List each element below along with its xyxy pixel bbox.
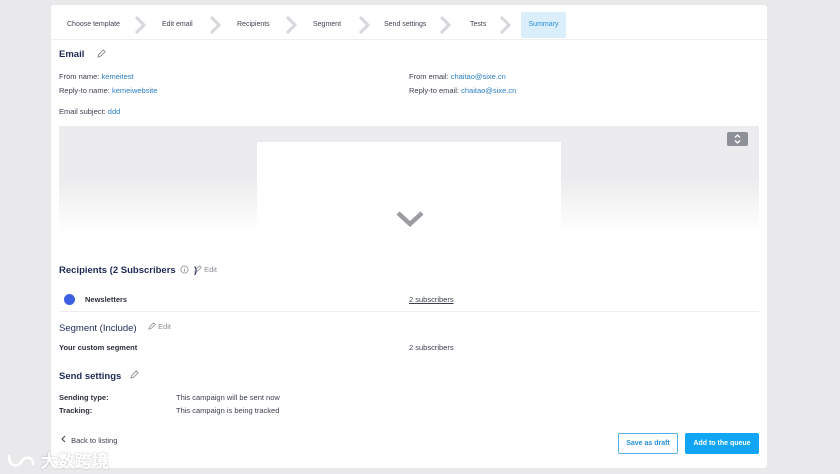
chevron-left-icon [61, 435, 66, 443]
reply-name-value: kemeiwebsite [111, 86, 158, 95]
step-send-settings[interactable]: Send settings [384, 12, 444, 38]
subject-value: ddd [107, 107, 121, 116]
wizard-steps: Choose template Edit email Recipients Se… [51, 12, 767, 40]
tracking-value: This campaign is being tracked [176, 406, 280, 415]
watermark-text: 大数跨境 [40, 452, 109, 471]
list-name: Newsletters [85, 295, 128, 304]
recipients-title-text: Recipients (2 Subscribers [59, 265, 176, 276]
chevron-right-icon [209, 16, 221, 34]
from-email-row: From email: chaitao@sixe.cn [409, 72, 506, 81]
step-summary[interactable]: Summary [521, 12, 566, 38]
save-as-draft-button[interactable]: Save as draft [618, 433, 678, 454]
pencil-icon [148, 322, 156, 330]
from-email-value: chaitao@sixe.cn [450, 72, 506, 81]
segment-name: Your custom segment [59, 343, 138, 352]
sending-type-label: Sending type: [59, 393, 109, 402]
reply-name-row: Reply-to name: kemeiwebsite [59, 86, 157, 95]
logo-icon [7, 454, 35, 467]
list-subscribers-count[interactable]: 2 subscribers [409, 295, 454, 304]
reply-email-value: chaitao@sixe.cn [461, 86, 517, 95]
reply-email-row: Reply-to email: chaitao@sixe.cn [409, 86, 516, 95]
recipients-edit-label: Edit [204, 265, 218, 274]
recipients-edit-link[interactable]: Edit [194, 265, 217, 274]
back-to-listing-label: Back to listing [71, 436, 118, 445]
subject-row: Email subject: ddd [59, 107, 120, 116]
chevron-right-icon [499, 16, 511, 34]
pencil-icon[interactable] [130, 370, 139, 379]
segment-edit-link[interactable]: Edit [148, 322, 171, 331]
email-preview [59, 126, 759, 233]
subject-label: Email subject: [59, 107, 106, 116]
step-choose-template[interactable]: Choose template [67, 12, 137, 38]
pencil-icon[interactable] [97, 49, 106, 58]
sending-type-value: This campaign will be sent now [176, 393, 280, 402]
campaign-summary-card: Choose template Edit email Recipients Se… [51, 5, 767, 468]
step-segment[interactable]: Segment [313, 12, 353, 38]
recipients-section-title: Recipients (2 Subscribers ) [59, 265, 197, 276]
step-tests[interactable]: Tests [470, 12, 500, 38]
chevron-right-icon [134, 16, 146, 34]
chevron-right-icon [358, 16, 370, 34]
watermark: 大数跨境 [6, 447, 109, 472]
chevron-right-icon [285, 16, 297, 34]
expand-icon [734, 134, 741, 144]
segment-section-title: Segment (Include) [59, 323, 137, 334]
pencil-icon [194, 265, 202, 273]
chevron-down-icon[interactable] [395, 209, 425, 229]
segment-edit-label: Edit [158, 322, 172, 331]
chevron-right-icon [439, 16, 451, 34]
list-color-dot [64, 294, 75, 305]
from-name-label: From name: [59, 72, 100, 81]
expand-preview-button[interactable] [727, 132, 748, 146]
back-to-listing-link[interactable]: Back to listing [60, 435, 117, 445]
step-recipients[interactable]: Recipients [237, 12, 287, 38]
segment-subscribers-count: 2 subscribers [409, 343, 454, 352]
reply-email-label: Reply-to email: [409, 86, 460, 95]
from-email-label: From email: [409, 72, 449, 81]
tracking-label: Tracking: [59, 406, 93, 415]
step-edit-email[interactable]: Edit email [162, 12, 212, 38]
from-name-row: From name: kemeitest [59, 72, 134, 81]
reply-name-label: Reply-to name: [59, 86, 110, 95]
info-icon[interactable] [180, 265, 189, 274]
send-settings-title: Send settings [59, 371, 122, 382]
from-name-value: kemeitest [101, 72, 134, 81]
email-section-title: Email [59, 49, 85, 60]
divider [59, 311, 759, 312]
add-to-queue-button[interactable]: Add to the queue [685, 433, 759, 454]
